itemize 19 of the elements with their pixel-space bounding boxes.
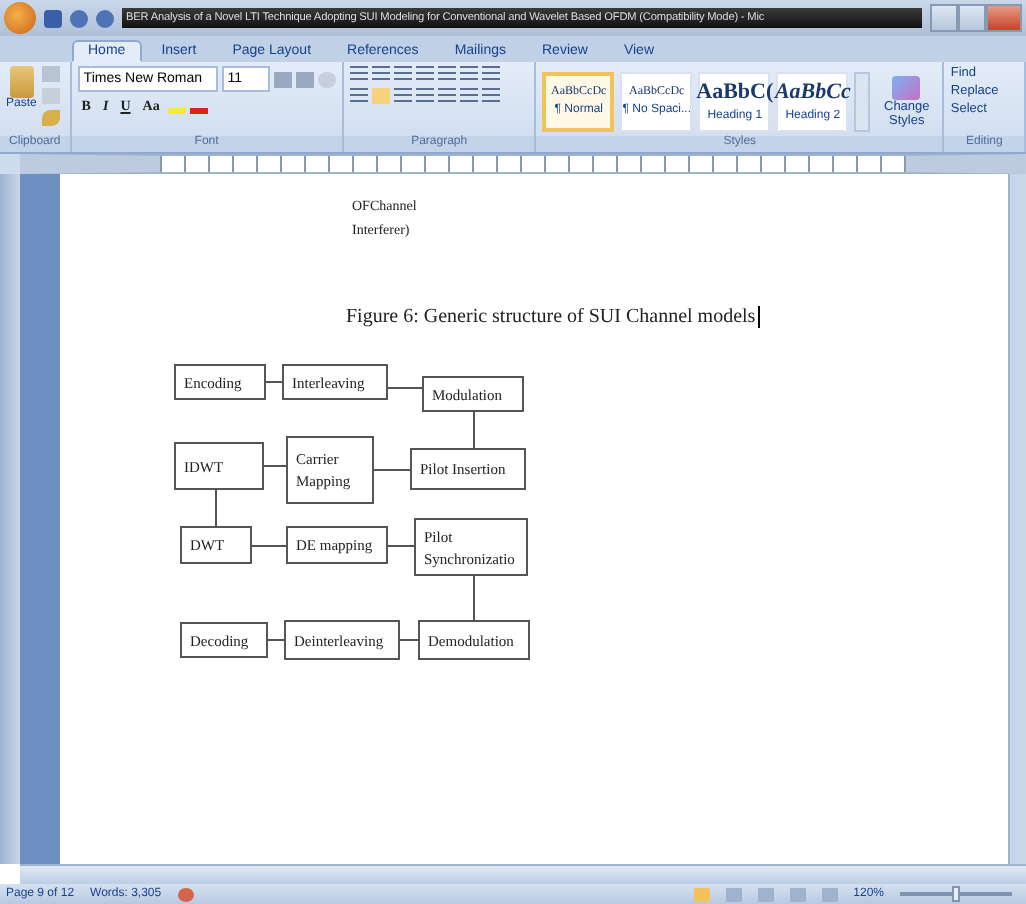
connector-line: [473, 575, 475, 621]
minimize-button[interactable]: [930, 4, 958, 32]
connector-line: [267, 639, 285, 641]
zoom-slider-thumb[interactable]: [952, 886, 960, 902]
office-button[interactable]: [4, 2, 36, 34]
horizontal-scrollbar[interactable]: [20, 864, 1026, 884]
close-button[interactable]: [986, 4, 1022, 32]
connector-line: [373, 469, 411, 471]
connector-line: [215, 489, 217, 527]
connector-line: [387, 387, 423, 389]
maximize-button[interactable]: [958, 4, 986, 32]
connector-line: [263, 465, 287, 467]
connector-line: [387, 545, 415, 547]
vertical-scrollbar[interactable]: [1008, 174, 1026, 864]
figure-caption: Figure 6: Generic structure of SUI Channel models: [346, 306, 760, 328]
connector-line: [265, 381, 283, 383]
connector-line: [399, 639, 419, 641]
connector-line: [251, 545, 287, 547]
connector-line: [473, 411, 475, 449]
